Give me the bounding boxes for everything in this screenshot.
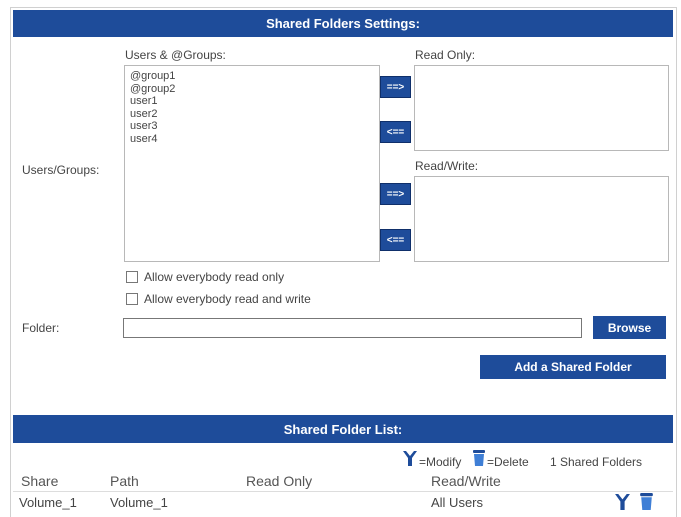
list-header: Shared Folder List: [13,415,673,443]
column-header-path: Path [110,473,139,489]
add-shared-folder-button[interactable]: Add a Shared Folder [480,355,666,379]
column-header-read-only: Read Only [246,473,313,489]
users-list-header: Users & @Groups: [125,48,226,62]
list-item[interactable]: user4 [125,133,379,146]
shared-folders-count: 1 Shared Folders [550,455,643,469]
list-item[interactable]: user3 [125,120,379,133]
list-item[interactable]: @group1 [125,70,379,83]
column-header-share: Share [21,473,59,489]
allow-read-only-label: Allow everybody read only [144,270,285,284]
settings-header: Shared Folders Settings: [13,10,673,37]
add-read-write-button[interactable]: ==> [380,183,411,205]
browse-button[interactable]: Browse [593,316,666,339]
allow-read-write-checkbox[interactable] [126,293,138,305]
read-write-listbox[interactable] [414,176,669,262]
allow-read-only-checkbox[interactable] [126,271,138,283]
path-cell: Volume_1 [110,495,168,510]
folder-input[interactable] [123,318,582,338]
divider [13,491,673,492]
legend-delete: =Delete [487,455,529,469]
list-item[interactable]: user1 [125,95,379,108]
settings-title: Shared Folders Settings: [266,16,420,31]
remove-read-only-button[interactable]: <== [380,121,411,143]
remove-read-write-button[interactable]: <== [380,229,411,251]
allow-read-write-label: Allow everybody read and write [144,292,311,306]
column-header-read-write: Read/Write [431,473,501,489]
share-cell: Volume_1 [19,495,77,510]
legend-modify: =Modify [419,455,462,469]
read-write-header: Read/Write: [415,159,479,173]
add-read-only-button[interactable]: ==> [380,76,411,98]
read-only-header: Read Only: [415,48,476,62]
list-item[interactable]: user2 [125,108,379,121]
users-groups-label: Users/Groups: [22,163,100,177]
wrench-icon[interactable] [614,493,631,511]
wrench-icon [403,451,417,466]
list-title: Shared Folder List: [283,421,403,437]
folder-label: Folder: [22,321,60,335]
list-item[interactable]: @group2 [125,83,379,96]
trash-icon [473,450,485,466]
trash-icon[interactable] [639,492,654,511]
users-groups-listbox[interactable]: @group1 @group2 user1 user2 user3 user4 [124,65,380,262]
read-only-listbox[interactable] [414,65,669,151]
read-write-cell: All Users [431,495,484,510]
